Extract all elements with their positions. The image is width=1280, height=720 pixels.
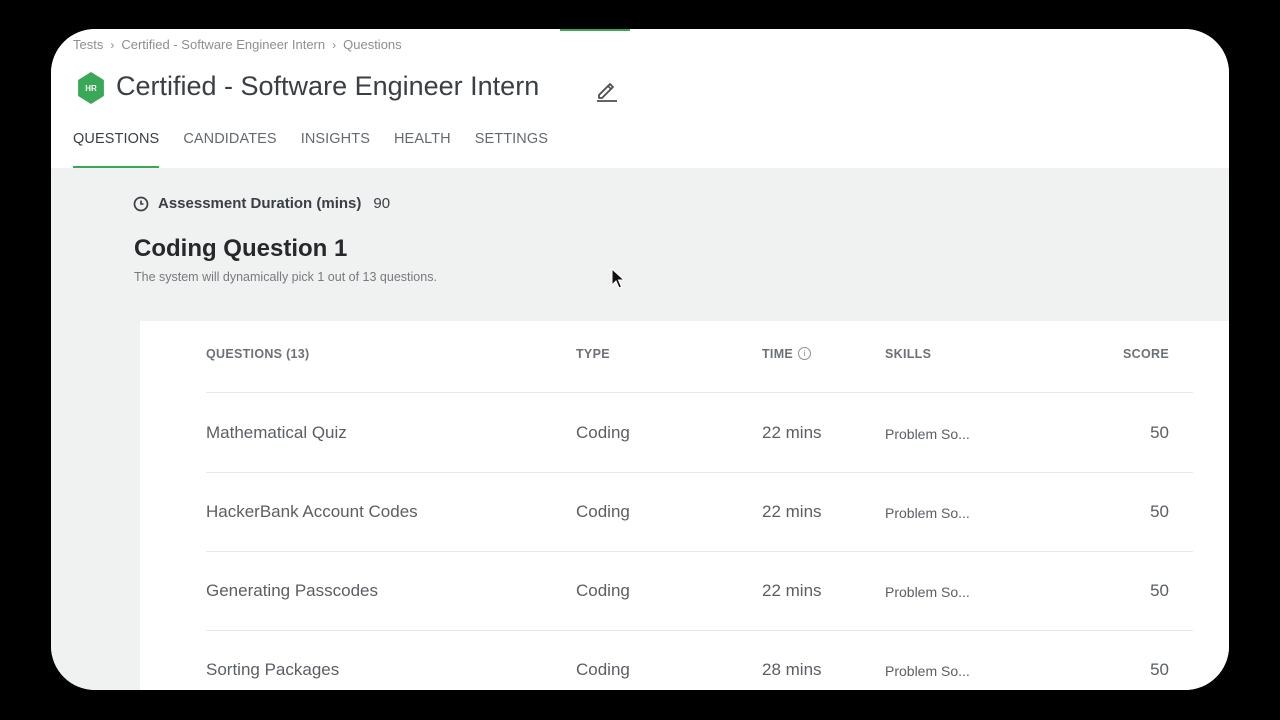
question-type: Coding [576, 423, 630, 442]
question-name[interactable]: Sorting Packages [206, 660, 339, 680]
chevron-right-icon: › [332, 38, 337, 52]
question-time: 22 mins [762, 502, 822, 521]
header-type: TYPE [576, 347, 610, 361]
questions-table: QUESTIONS (13) TYPE TIME i SKILLS SCORE M… [140, 321, 1229, 690]
question-time: 22 mins [762, 581, 822, 600]
assessment-duration: Assessment Duration (mins) 90 [133, 195, 390, 212]
question-score: 50 [1150, 660, 1169, 679]
breadcrumb-item-questions: Questions [343, 37, 402, 52]
question-time: 22 mins [762, 423, 822, 442]
question-name[interactable]: Generating Passcodes [206, 581, 378, 601]
header-skills: SKILLS [885, 347, 932, 361]
breadcrumb: Tests › Certified - Software Engineer Inte… [73, 37, 402, 52]
question-name[interactable]: Mathematical Quiz [206, 423, 347, 443]
question-type: Coding [576, 581, 630, 600]
duration-value[interactable]: 90 [373, 195, 390, 212]
tab-insights[interactable]: INSIGHTS [301, 131, 370, 167]
table-row[interactable]: Generating Passcodes Coding 22 mins Prob… [140, 551, 1229, 630]
table-row[interactable]: Sorting Packages Coding 28 mins Problem … [140, 630, 1229, 690]
question-name[interactable]: HackerBank Account Codes [206, 502, 418, 522]
question-type: Coding [576, 502, 630, 521]
section-subtitle: The system will dynamically pick 1 out o… [134, 270, 437, 284]
header-questions: QUESTIONS (13) [206, 347, 310, 361]
header-score: SCORE [1123, 347, 1169, 361]
question-score: 50 [1150, 423, 1169, 442]
question-skills: Problem So... [885, 505, 970, 521]
tab-bar: QUESTIONS CANDIDATES INSIGHTS HEALTH SET… [73, 131, 572, 169]
header-time-label: TIME [762, 347, 794, 361]
tab-questions[interactable]: QUESTIONS [73, 131, 160, 169]
chevron-right-icon: › [110, 38, 115, 52]
question-score: 50 [1150, 581, 1169, 600]
question-skills: Problem So... [885, 584, 970, 600]
app-window: Tests › Certified - Software Engineer Inte… [51, 29, 1229, 690]
question-skills: Problem So... [885, 663, 970, 679]
logo-text: HR [85, 83, 97, 93]
top-accent-bar [560, 29, 630, 31]
page-title: Certified - Software Engineer Intern [116, 71, 540, 101]
mouse-cursor-icon [611, 268, 625, 289]
section-title: Coding Question 1 [134, 235, 348, 262]
breadcrumb-item-test[interactable]: Certified - Software Engineer Intern [121, 37, 325, 52]
question-score: 50 [1150, 502, 1169, 521]
question-type: Coding [576, 660, 630, 679]
table-header: QUESTIONS (13) TYPE TIME i SKILLS SCORE [140, 321, 1229, 393]
duration-label: Assessment Duration (mins) [158, 195, 362, 212]
question-time: 28 mins [762, 660, 822, 679]
tab-candidates[interactable]: CANDIDATES [183, 131, 276, 167]
info-icon[interactable]: i [798, 347, 812, 361]
table-row[interactable]: HackerBank Account Codes Coding 22 mins … [140, 472, 1229, 551]
question-skills: Problem So... [885, 426, 970, 442]
pencil-icon[interactable] [594, 77, 620, 103]
clock-icon [133, 196, 149, 211]
tab-settings[interactable]: SETTINGS [475, 131, 548, 167]
header-time: TIME i [762, 347, 812, 361]
breadcrumb-item-tests[interactable]: Tests [73, 37, 103, 52]
table-row[interactable]: Mathematical Quiz Coding 22 mins Problem… [140, 393, 1229, 472]
tab-health[interactable]: HEALTH [394, 131, 451, 167]
